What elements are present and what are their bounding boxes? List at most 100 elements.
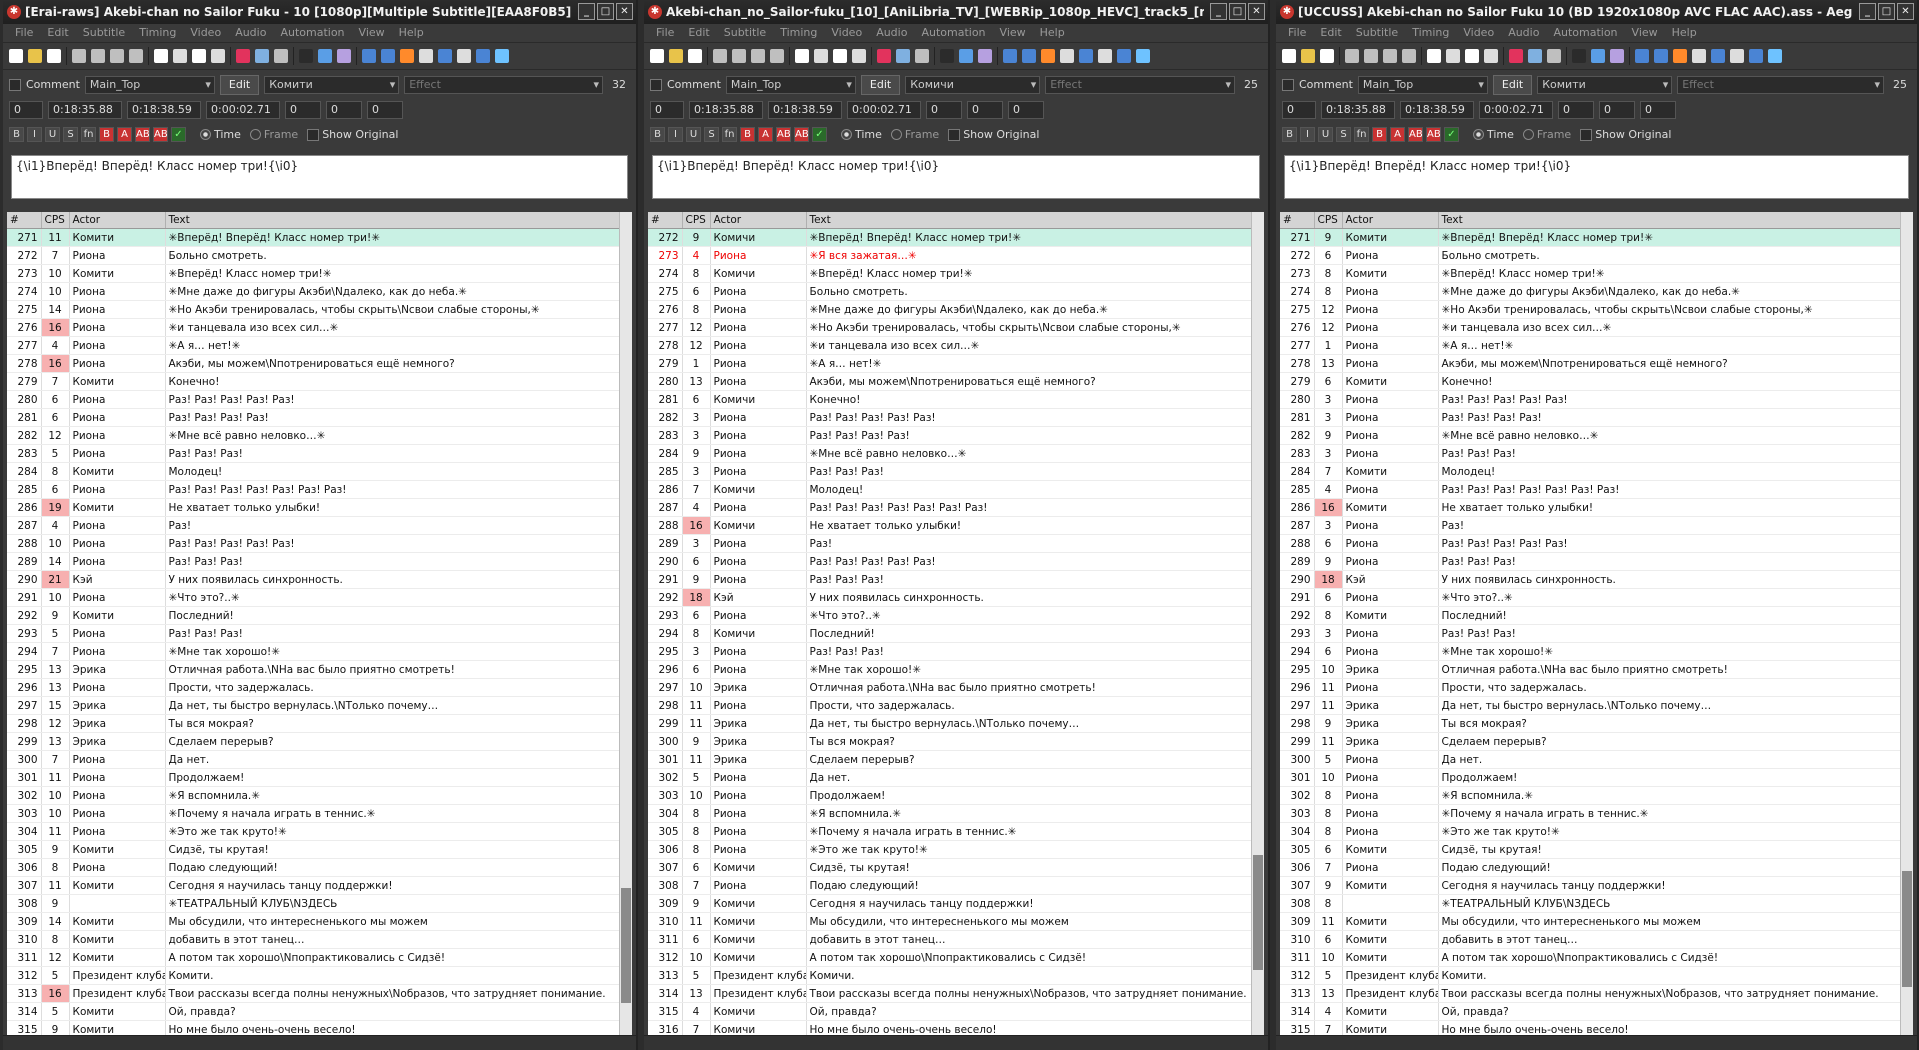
menu-edit[interactable]: Edit: [47, 24, 68, 42]
table-row[interactable]: 298 12 Эрика Ты вся мокрая?: [7, 714, 632, 733]
timing-postprocessor-icon[interactable]: [959, 49, 973, 63]
show-original-checkbox[interactable]: [1580, 128, 1593, 141]
table-row[interactable]: 306 7 Риона Подаю следующий!: [1280, 858, 1913, 877]
jump-icon[interactable]: [713, 49, 727, 63]
bold-button[interactable]: B: [1282, 127, 1297, 142]
menu-timing[interactable]: Timing: [780, 24, 817, 42]
video-icon[interactable]: [1402, 49, 1416, 63]
effect-combo[interactable]: Effect: [404, 75, 603, 94]
scrollbar-thumb[interactable]: [621, 887, 631, 1004]
select-lines-icon[interactable]: [1692, 49, 1706, 63]
scrollbar-thumb[interactable]: [1253, 854, 1263, 971]
primary-color-button[interactable]: B: [740, 127, 755, 142]
table-row[interactable]: 278 12 Риона ✳и танцевала изо всех сил…✳: [648, 336, 1264, 355]
table-row[interactable]: 279 6 Комити Конечно!: [1280, 372, 1913, 391]
automation-icon[interactable]: [1509, 49, 1523, 63]
shift-times-icon[interactable]: [362, 49, 376, 63]
menu-view[interactable]: View: [1632, 24, 1658, 42]
table-row[interactable]: 292 9 Комити Последний!: [7, 606, 632, 625]
clock-icon[interactable]: [1136, 49, 1150, 63]
bold-button[interactable]: B: [650, 127, 665, 142]
table-row[interactable]: 296 13 Риона Прости, что задержалась.: [7, 678, 632, 697]
zoom-out-icon[interactable]: [751, 49, 765, 63]
kanji-timer-icon[interactable]: [1610, 49, 1624, 63]
menu-file[interactable]: File: [656, 24, 674, 42]
effect-combo[interactable]: Effect: [1677, 75, 1884, 94]
table-row[interactable]: 293 5 Риона Раз! Раз! Раз!: [7, 624, 632, 643]
menu-timing[interactable]: Timing: [1412, 24, 1449, 42]
save-icon[interactable]: [688, 49, 702, 63]
start-time-field[interactable]: 0:18:35.88: [48, 100, 122, 119]
table-row[interactable]: 273 4 Риона ✳Я вся зажатая…✳: [648, 246, 1264, 265]
table-row[interactable]: 313 16 Президент клуба Твои рассказы всегда…: [7, 984, 632, 1003]
actor-combo[interactable]: Комичи: [905, 75, 1041, 94]
table-row[interactable]: 292 8 Комити Последний!: [1280, 606, 1913, 625]
help-icon[interactable]: [476, 49, 490, 63]
close-icon[interactable]: ✕: [616, 3, 633, 20]
table-row[interactable]: 302 10 Риона ✳Я вспомнила.✳: [7, 786, 632, 805]
table-row[interactable]: 288 10 Риона Раз! Раз! Раз! Раз! Раз!: [7, 534, 632, 553]
table-row[interactable]: 273 8 Комити ✳Вперёд! Класс номер три!✳: [1280, 264, 1913, 283]
table-row[interactable]: 315 7 Комити Но мне было очень-очень весело…: [1280, 1020, 1913, 1036]
subtitle-text-editor[interactable]: {\i1}Вперёд! Вперёд! Класс номер три!{\i…: [11, 155, 628, 199]
actor-header[interactable]: Actor: [710, 212, 807, 229]
menu-automation[interactable]: Automation: [921, 24, 985, 42]
clock-icon[interactable]: [495, 49, 509, 63]
table-row[interactable]: 313 13 Президент клуба Твои рассказы всегда…: [1280, 984, 1913, 1003]
table-row[interactable]: 271 9 Комити ✳Вперёд! Вперёд! Класс номер т…: [1280, 228, 1913, 247]
visual-typesetting-icon[interactable]: [1654, 49, 1668, 63]
table-row[interactable]: 284 9 Риона ✳Мне всё равно неловко…✳: [648, 444, 1264, 463]
table-row[interactable]: 281 6 Риона Раз! Раз! Раз! Раз!: [7, 408, 632, 427]
subtitle-grid[interactable]: # CPS Actor Text 271 9 Комити ✳Вперёд! Вперёд! …: [1280, 212, 1913, 1036]
end-time-field[interactable]: 0:18:38.59: [1400, 100, 1474, 119]
secondary-color-button[interactable]: A: [758, 127, 773, 142]
table-row[interactable]: 280 6 Риона Раз! Раз! Раз! Раз! Раз!: [7, 390, 632, 409]
table-row[interactable]: 306 8 Риона Подаю следующий!: [7, 858, 632, 877]
menu-audio[interactable]: Audio: [1508, 24, 1539, 42]
style-icon[interactable]: [154, 49, 168, 63]
start-time-field[interactable]: 0:18:35.88: [689, 100, 763, 119]
translation-icon[interactable]: [274, 49, 288, 63]
spell-check-icon[interactable]: [1711, 49, 1725, 63]
table-row[interactable]: 306 8 Риона ✳Это же так круто!✳: [648, 840, 1264, 859]
fonts-icon[interactable]: [852, 49, 866, 63]
scrollbar-thumb[interactable]: [1902, 871, 1912, 987]
table-row[interactable]: 287 4 Риона Раз!: [7, 516, 632, 535]
table-row[interactable]: 290 21 Кэй У них появилась синхронность.: [7, 570, 632, 589]
zoom-in-icon[interactable]: [732, 49, 746, 63]
table-row[interactable]: 308 9 ✳ТЕАТРАЛЬНЫЙ КЛУБ\NЗДЕСЬ: [7, 894, 632, 913]
edit-style-button[interactable]: Edit: [219, 74, 260, 95]
table-row[interactable]: 303 8 Риона ✳Почему я начала играть в тенни…: [1280, 804, 1913, 823]
menu-automation[interactable]: Automation: [280, 24, 344, 42]
cps-header[interactable]: CPS: [682, 212, 711, 229]
open-folder-icon[interactable]: [1301, 49, 1315, 63]
secondary-color-button[interactable]: A: [1390, 127, 1405, 142]
table-row[interactable]: 272 7 Риона Больно смотреть.: [7, 246, 632, 265]
text-header[interactable]: Text: [165, 212, 632, 229]
actor-header[interactable]: Actor: [69, 212, 166, 229]
table-row[interactable]: 278 16 Риона Акэби, мы можем\Nпотренировать…: [7, 354, 632, 373]
table-row[interactable]: 273 10 Комити ✳Вперёд! Класс номер три!✳: [7, 264, 632, 283]
layer-field[interactable]: 0: [9, 100, 43, 119]
table-row[interactable]: 288 16 Комичи Не хватает только улыбки!: [648, 516, 1264, 535]
edit-style-button[interactable]: Edit: [860, 74, 901, 95]
table-row[interactable]: 301 10 Риона Продолжаем!: [1280, 768, 1913, 787]
kanji-timer-icon[interactable]: [978, 49, 992, 63]
options-icon[interactable]: [1730, 49, 1744, 63]
zoom-out-icon[interactable]: [110, 49, 124, 63]
cps-header[interactable]: CPS: [41, 212, 70, 229]
subtitle-grid[interactable]: # CPS Actor Text 271 11 Комити ✳Вперёд! Вперёд!…: [7, 212, 632, 1036]
table-row[interactable]: 276 8 Риона ✳Мне даже до фигуры Акэби\Nдале…: [648, 300, 1264, 319]
timing-postprocessor-icon[interactable]: [1591, 49, 1605, 63]
italic-button[interactable]: I: [1300, 127, 1315, 142]
underline-button[interactable]: U: [45, 127, 60, 142]
table-row[interactable]: 282 9 Риона ✳Мне всё равно неловко…✳: [1280, 426, 1913, 445]
table-row[interactable]: 290 18 Кэй У них появилась синхронность.: [1280, 570, 1913, 589]
crop-icon[interactable]: [400, 49, 414, 63]
effect-combo[interactable]: Effect: [1045, 75, 1235, 94]
table-row[interactable]: 286 19 Комити Не хватает только улыбки!: [7, 498, 632, 517]
style-combo[interactable]: Main_Top: [84, 75, 215, 94]
table-row[interactable]: 307 6 Комичи Сидзё, ты крутая!: [648, 858, 1264, 877]
menu-video[interactable]: Video: [1463, 24, 1494, 42]
commit-button[interactable]: ✓: [1444, 127, 1459, 142]
